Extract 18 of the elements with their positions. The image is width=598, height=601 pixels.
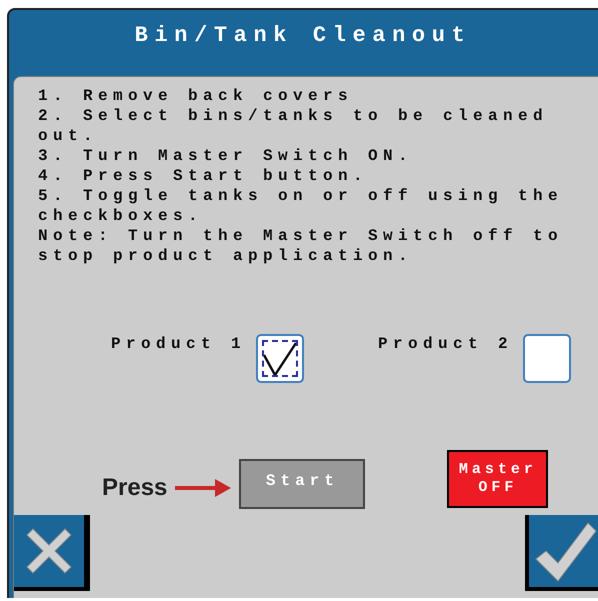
instruction-text: 5. Toggle tanks on or off using the checkboxes. <box>38 186 564 226</box>
checkbox[interactable] <box>523 334 572 383</box>
instruction-text: 2. Select bins/tanks to be cleaned out. <box>38 106 550 146</box>
master-switch-button[interactable]: Master OFF <box>447 450 548 508</box>
product-label: Product 1 <box>111 334 246 355</box>
press-label: Press <box>102 473 168 503</box>
instruction-text: 3. Turn Master Switch ON. <box>38 146 414 166</box>
cancel-button[interactable] <box>14 515 90 591</box>
check-icon <box>262 340 298 376</box>
window-title: Bin/Tank Cleanout <box>134 22 472 50</box>
instruction-text: Note: Turn the Master Switch off to stop product application. <box>38 226 564 266</box>
checkbox[interactable] <box>256 334 304 383</box>
product-label: Product 2 <box>378 334 514 355</box>
instruction-text: 4. Press Start button. <box>38 166 370 186</box>
arrow-icon <box>175 478 232 498</box>
start-button[interactable]: Start <box>239 459 366 509</box>
instruction-text: 1. Remove back covers <box>38 86 354 106</box>
confirm-button[interactable] <box>525 515 598 591</box>
